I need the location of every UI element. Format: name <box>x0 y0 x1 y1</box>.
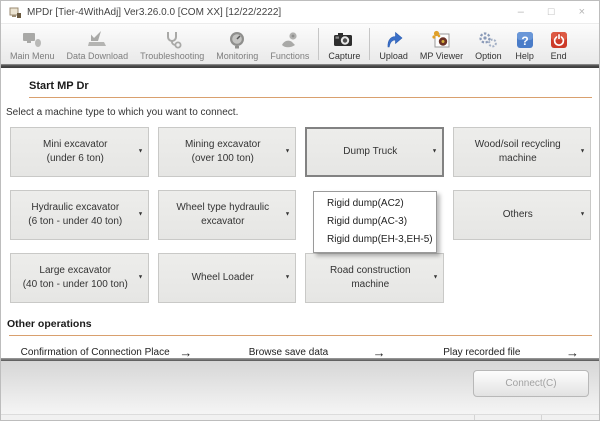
toolbar-label: Option <box>475 51 502 61</box>
chevron-down-icon[interactable]: ▼ <box>432 274 438 282</box>
machine-button-label: Dump Truck <box>343 145 398 157</box>
toolbar-functions[interactable]: Functions <box>264 24 315 64</box>
other-operations-title: Other operations <box>7 318 92 330</box>
option-icon <box>477 28 499 51</box>
dropdown-item-rigid-dump-ac2[interactable]: Rigid dump(AC2) <box>314 195 436 213</box>
instruction-text: Select a machine type to which you want … <box>6 107 239 118</box>
toolbar-label: Troubleshooting <box>140 51 205 61</box>
window-title: MPDr [Tier-4WithAdj] Ver3.26.0.0 [COM XX… <box>27 6 282 18</box>
dropdown-item-rigid-dump-ac3[interactable]: Rigid dump(AC-3) <box>314 213 436 231</box>
page-title: Start MP Dr <box>29 80 89 92</box>
dropdown-item-rigid-dump-eh3-eh5[interactable]: Rigid dump(EH-3,EH-5) <box>314 231 436 249</box>
toolbar-data-download[interactable]: Data Download <box>61 24 135 64</box>
maximize-button[interactable]: □ <box>548 6 555 18</box>
machine-type-grid: Mini excavator (under 6 ton) ▼ Mining ex… <box>10 127 591 303</box>
machine-button-dump-truck[interactable]: Dump Truck ▼ <box>305 127 444 177</box>
grid-empty-cell <box>453 253 592 303</box>
machine-button-sublabel: (under 6 ton) <box>46 153 104 164</box>
dump-truck-dropdown-menu: Rigid dump(AC2) Rigid dump(AC-3) Rigid d… <box>313 191 437 253</box>
machine-button-label: Others <box>502 208 533 220</box>
monitoring-icon <box>226 28 248 51</box>
toolbar: Main Menu Data Download Troubleshooting … <box>1 23 599 64</box>
chevron-down-icon[interactable]: ▼ <box>285 211 291 219</box>
toolbar-capture[interactable]: Capture <box>322 24 366 64</box>
machine-button-label: Wheel type hydraulic excavator <box>176 201 270 228</box>
help-icon: ? <box>514 28 536 51</box>
machine-button-mining-excavator[interactable]: Mining excavator (over 100 ton) ▼ <box>157 127 296 177</box>
toolbar-mp-viewer[interactable]: MP Viewer <box>414 24 469 64</box>
toolbar-upload[interactable]: Upload <box>373 24 414 64</box>
toolbar-label: MP Viewer <box>419 51 464 61</box>
data-download-icon <box>86 28 108 51</box>
chevron-down-icon[interactable]: ▼ <box>137 211 143 219</box>
chevron-down-icon[interactable]: ▼ <box>137 274 143 282</box>
upload-icon <box>383 28 405 51</box>
machine-button-label: Wheel Loader <box>191 271 254 283</box>
machine-button-label: Large excavator <box>39 264 112 276</box>
toolbar-troubleshooting[interactable]: Troubleshooting <box>134 24 210 64</box>
chevron-down-icon[interactable]: ▼ <box>285 274 291 282</box>
footer-panel: Connect(C) <box>1 361 599 416</box>
close-button[interactable]: × <box>579 6 585 18</box>
accent-rule <box>9 335 592 336</box>
toolbar-label: Monitoring <box>216 51 259 61</box>
status-bar-divider <box>474 415 475 420</box>
mp-viewer-icon <box>430 28 454 51</box>
functions-icon <box>279 28 301 51</box>
machine-button-mini-excavator[interactable]: Mini excavator (under 6 ton) ▼ <box>10 127 149 177</box>
machine-button-hydraulic-excavator[interactable]: Hydraulic excavator (6 ton - under 40 to… <box>10 190 149 240</box>
machine-button-sublabel: (over 100 ton) <box>191 153 254 164</box>
toolbar-main-menu[interactable]: Main Menu <box>4 24 61 64</box>
link-label: Confirmation of Connection Place <box>20 347 170 358</box>
machine-button-road-construction[interactable]: Road construction machine ▼ <box>305 253 444 303</box>
connect-button[interactable]: Connect(C) <box>473 370 589 397</box>
chevron-down-icon[interactable]: ▼ <box>580 148 586 156</box>
toolbar-monitoring[interactable]: Monitoring <box>210 24 264 64</box>
toolbar-end[interactable]: End <box>542 24 576 64</box>
toolbar-separator <box>318 28 320 60</box>
toolbar-help[interactable]: ? Help <box>508 24 542 64</box>
accent-rule <box>29 97 592 98</box>
main-content: Start MP Dr Select a machine type to whi… <box>1 80 599 371</box>
machine-button-wheel-type-hydraulic-excavator[interactable]: Wheel type hydraulic excavator ▼ <box>157 190 296 240</box>
machine-button-label: Mini excavator <box>43 138 108 150</box>
toolbar-label: Help <box>515 51 534 61</box>
toolbar-label: Upload <box>379 51 408 61</box>
machine-button-sublabel: (40 ton - under 100 ton) <box>22 279 128 290</box>
capture-icon <box>332 28 356 51</box>
toolbar-option[interactable]: Option <box>469 24 508 64</box>
machine-button-wood-soil-recycling[interactable]: Wood/soil recycling machine ▼ <box>452 127 591 177</box>
machine-button-label: Mining excavator <box>184 138 261 150</box>
title-bar: MPDr [Tier-4WithAdj] Ver3.26.0.0 [COM XX… <box>1 1 599 23</box>
machine-button-others[interactable]: Others ▼ <box>452 190 591 240</box>
machine-button-label: Hydraulic excavator <box>31 201 120 213</box>
machine-button-label: Wood/soil recycling machine <box>474 138 561 165</box>
end-power-icon <box>548 28 570 51</box>
toolbar-label: Capture <box>328 51 361 61</box>
chevron-down-icon[interactable]: ▼ <box>580 211 586 219</box>
machine-button-large-excavator[interactable]: Large excavator (40 ton - under 100 ton)… <box>10 253 149 303</box>
troubleshooting-icon <box>161 28 183 51</box>
app-icon <box>9 7 21 18</box>
toolbar-separator <box>369 28 371 60</box>
machine-button-label: Road construction machine <box>329 264 411 291</box>
app-window: MPDr [Tier-4WithAdj] Ver3.26.0.0 [COM XX… <box>0 0 600 421</box>
machine-button-wheel-loader[interactable]: Wheel Loader ▼ <box>157 253 296 303</box>
link-label: Play recorded file <box>443 347 521 358</box>
toolbar-label: Functions <box>270 51 310 61</box>
chevron-down-icon[interactable]: ▼ <box>285 148 291 156</box>
toolbar-label: Main Menu <box>10 51 55 61</box>
main-menu-icon <box>21 28 43 51</box>
chevron-down-icon[interactable]: ▼ <box>137 148 143 156</box>
status-bar-divider <box>541 415 542 420</box>
toolbar-label: End <box>550 51 567 61</box>
svg-text:?: ? <box>521 34 528 48</box>
machine-button-sublabel: (6 ton - under 40 ton) <box>28 216 123 227</box>
minimize-button[interactable]: – <box>518 6 524 18</box>
toolbar-label: Data Download <box>66 51 129 61</box>
status-bar <box>1 414 599 420</box>
toolbar-bottom-divider <box>1 64 599 68</box>
link-label: Browse save data <box>248 347 329 358</box>
chevron-down-icon[interactable]: ▼ <box>431 148 437 156</box>
